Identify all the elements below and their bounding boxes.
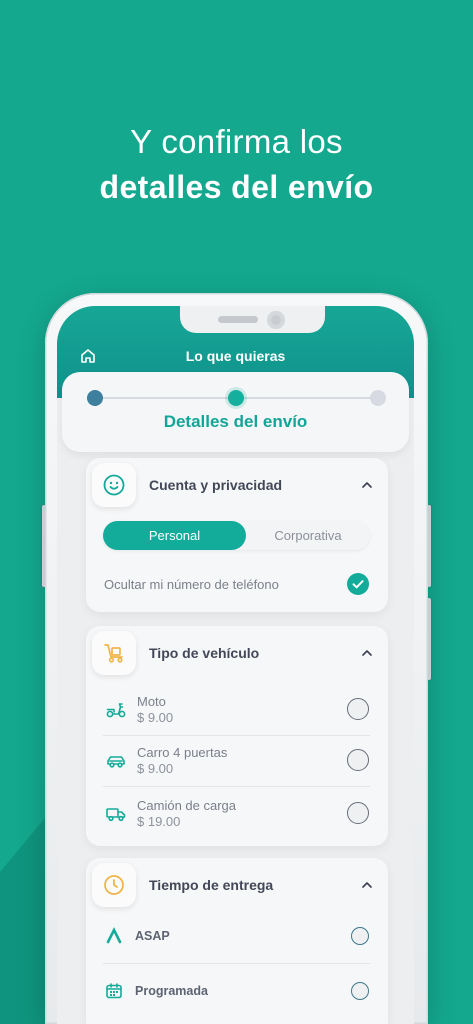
vehicle-option-price: $ 9.00 <box>137 710 174 725</box>
hide-phone-label: Ocultar mi número de teléfono <box>104 577 279 592</box>
hide-phone-checkbox[interactable] <box>347 573 369 595</box>
delivery-option-name: Programada <box>135 984 208 998</box>
vehicle-option-price: $ 9.00 <box>137 761 174 776</box>
calendar-icon <box>104 981 124 1001</box>
vehicle-option-price: $ 19.00 <box>137 814 181 829</box>
vehicle-option-radio[interactable] <box>347 698 369 720</box>
progress-stepper: Detalles del envío <box>62 372 409 452</box>
delivery-time-section: Tiempo de entrega ASAP Programada <box>86 858 388 1024</box>
vehicle-section-header[interactable]: Tipo de vehículo <box>86 626 388 680</box>
vehicle-option-name: Carro 4 puertas <box>137 745 228 760</box>
vehicle-option-name: Moto <box>137 694 166 709</box>
delivery-option-radio[interactable] <box>351 927 369 945</box>
current-step-label: Detalles del envío <box>163 412 308 431</box>
step-2-indicator <box>228 390 244 406</box>
delivery-section-title: Tiempo de entrega <box>149 877 274 893</box>
account-section-header[interactable]: Cuenta y privacidad <box>86 458 388 512</box>
vehicle-section-title: Tipo de vehículo <box>149 645 260 661</box>
hand-truck-icon <box>92 631 136 675</box>
account-privacy-section: Cuenta y privacidad Personal Corporativa… <box>86 458 388 612</box>
divider <box>103 786 370 787</box>
vehicle-option-carro[interactable]: Carro 4 puertas $ 9.00 <box>86 736 388 786</box>
smiley-icon <box>92 463 136 507</box>
vehicle-option-radio[interactable] <box>347 749 369 771</box>
clock-icon <box>92 863 136 907</box>
tab-corporativa[interactable]: Corporativa <box>246 521 370 550</box>
step-1-indicator <box>87 390 103 406</box>
chevron-up-icon[interactable] <box>361 646 373 658</box>
vehicle-option-name: Camión de carga <box>137 798 236 813</box>
account-section-title: Cuenta y privacidad <box>149 477 283 493</box>
header-title: Lo que quieras <box>185 348 286 364</box>
delivery-section-header[interactable]: Tiempo de entrega <box>86 858 388 912</box>
hero-title-line-2: detalles del envío <box>99 169 374 205</box>
asap-icon <box>104 926 124 946</box>
speaker-grille <box>218 316 258 323</box>
delivery-option-radio[interactable] <box>351 982 369 1000</box>
delivery-option-programada[interactable]: Programada <box>86 968 388 1014</box>
vehicle-type-section: Tipo de vehículo Moto $ 9.00 Carro 4 pue… <box>86 626 388 846</box>
check-icon <box>347 573 369 595</box>
car-icon <box>105 750 127 772</box>
account-type-toggle: Personal Corporativa <box>103 521 370 550</box>
tab-personal[interactable]: Personal <box>103 521 246 550</box>
scooter-icon <box>105 699 127 721</box>
phone-notch <box>180 306 325 333</box>
front-camera <box>267 311 285 329</box>
hero-title-line-1: Y confirma los <box>130 123 343 160</box>
divider <box>103 963 370 964</box>
delivery-option-name: ASAP <box>135 929 170 943</box>
delivery-option-asap[interactable]: ASAP <box>86 913 388 959</box>
truck-icon <box>105 803 127 825</box>
vehicle-option-camion[interactable]: Camión de carga $ 19.00 <box>86 789 388 839</box>
step-3-indicator <box>370 390 386 406</box>
vehicle-option-radio[interactable] <box>347 802 369 824</box>
phone-screen: Lo que quieras Detalles del envío Cuenta… <box>57 306 414 1024</box>
chevron-up-icon[interactable] <box>361 878 373 890</box>
chevron-up-icon[interactable] <box>361 478 373 490</box>
vehicle-option-moto[interactable]: Moto $ 9.00 <box>86 685 388 735</box>
